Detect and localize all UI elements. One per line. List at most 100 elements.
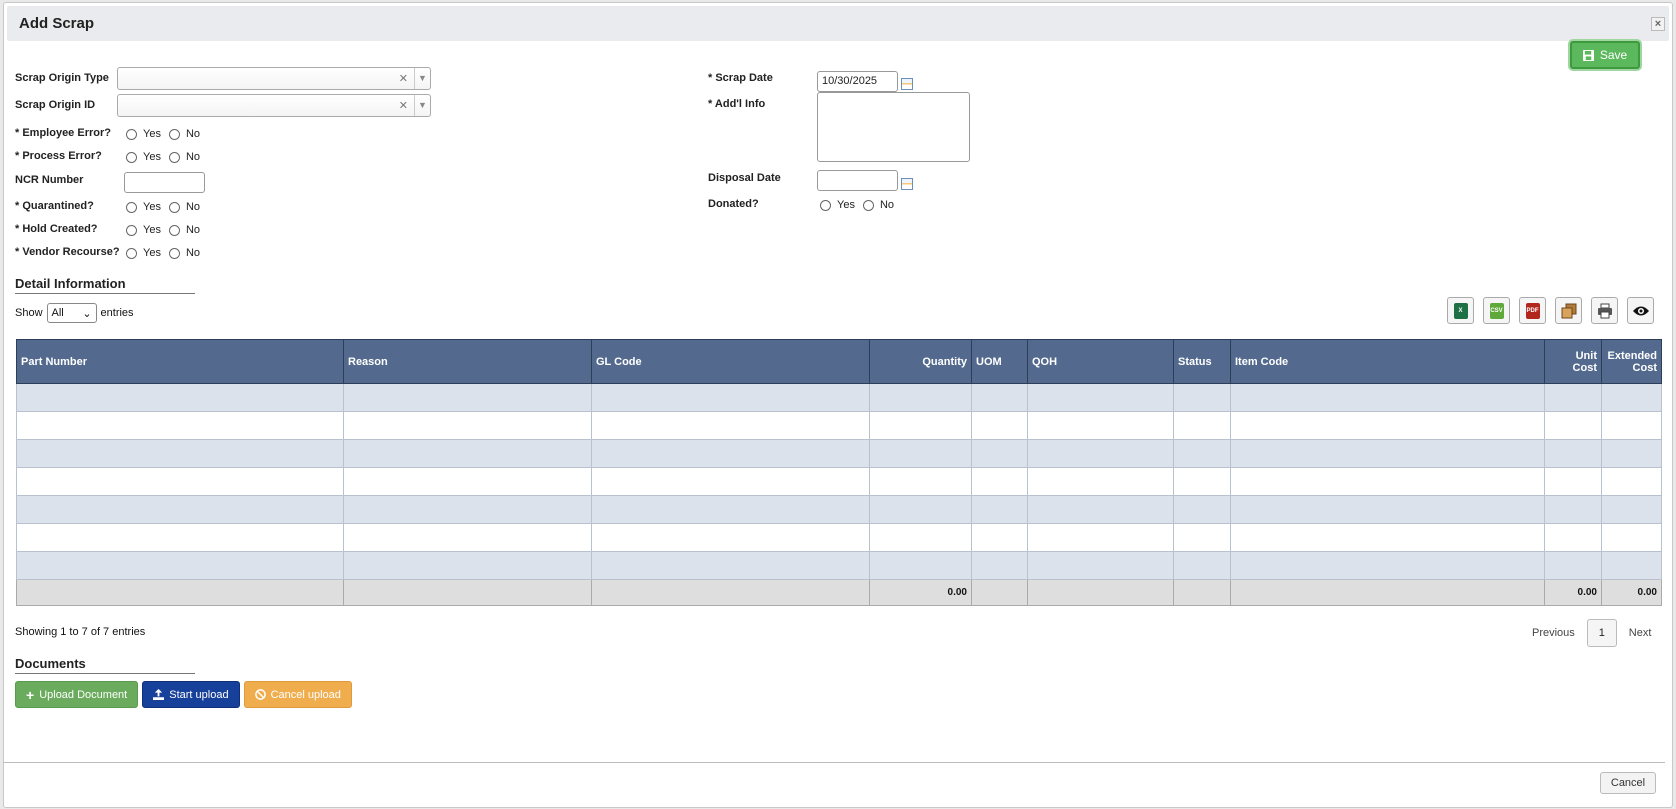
export-toolbar: X CSV PDF — [1447, 297, 1654, 324]
column-header[interactable]: QOH — [1027, 339, 1174, 384]
pagination: Previous 1 Next — [1520, 619, 1663, 647]
no-label: No — [185, 151, 201, 163]
yes-label: Yes — [143, 247, 161, 259]
cancel-upload-button[interactable]: Cancel upload — [243, 681, 352, 708]
csv-export-button[interactable]: CSV — [1483, 297, 1510, 324]
dialog-title: Add Scrap — [19, 15, 95, 32]
no-label: No — [185, 128, 201, 140]
employee-error-no-radio[interactable] — [168, 128, 180, 140]
upload-document-button[interactable]: + Upload Document — [15, 681, 139, 708]
process-error-yes-radio[interactable] — [126, 151, 137, 163]
ncr-number-label: NCR Number — [15, 174, 84, 186]
employee-error-yes-radio[interactable] — [126, 128, 137, 140]
show-entries-value: All — [51, 307, 64, 319]
cancel-button[interactable]: Cancel — [1600, 772, 1656, 794]
upload-toolbar: + Upload Document Start upload Cancel up… — [15, 681, 352, 708]
dialog-titlebar: Add Scrap × — [7, 6, 1669, 41]
scrap-origin-id-select[interactable]: ✕ ▼ — [117, 94, 431, 117]
documents-title: Documents — [15, 656, 195, 674]
chevron-down-icon[interactable]: ▼ — [414, 95, 430, 116]
table-info: Showing 1 to 7 of 7 entries — [15, 626, 146, 638]
process-error-no-radio[interactable] — [168, 151, 180, 163]
chevron-down-icon: ⌄ — [82, 307, 92, 320]
floppy-icon — [1582, 49, 1594, 61]
footer-divider — [3, 762, 1665, 763]
donated-no-radio[interactable] — [862, 199, 874, 211]
table-footer-row: 0.00 0.00 0.00 — [16, 579, 1662, 606]
scrap-origin-type-label: Scrap Origin Type — [15, 72, 109, 84]
show-entries-select[interactable]: All ⌄ — [46, 303, 97, 323]
ncr-number-input[interactable] — [124, 172, 205, 193]
unit-cost-total: 0.00 — [1544, 579, 1602, 606]
ban-icon — [254, 689, 266, 700]
pdf-export-button[interactable]: PDF — [1519, 297, 1546, 324]
hold-created-yes-radio[interactable] — [126, 224, 137, 236]
yes-label: Yes — [143, 128, 161, 140]
column-visibility-button[interactable] — [1627, 297, 1654, 324]
addl-info-label: * Add'l Info — [708, 98, 766, 110]
chevron-down-icon[interactable]: ▼ — [414, 68, 430, 89]
yes-label: Yes — [143, 224, 161, 236]
column-header[interactable]: Unit Cost — [1544, 339, 1602, 384]
show-label: Show — [15, 307, 43, 319]
column-header[interactable]: Item Code — [1230, 339, 1545, 384]
plus-icon: + — [26, 686, 35, 703]
column-header[interactable]: GL Code — [591, 339, 870, 384]
detail-table: Part Number Reason GL Code Quantity UOM … — [16, 339, 1662, 606]
column-header[interactable]: Part Number — [16, 339, 344, 384]
table-row[interactable] — [16, 495, 1662, 524]
quarantined-yes-radio[interactable] — [126, 201, 137, 213]
clear-icon[interactable]: ✕ — [399, 72, 408, 85]
next-page-button[interactable]: Next — [1617, 627, 1664, 639]
vendor-recourse-no-radio[interactable] — [168, 247, 180, 259]
scrap-date-input[interactable]: 10/30/2025 — [817, 71, 898, 92]
no-label: No — [185, 247, 201, 259]
quarantined-label: * Quarantined? — [15, 200, 94, 212]
table-row[interactable] — [16, 439, 1662, 468]
upload-icon — [153, 689, 165, 700]
disposal-date-input[interactable] — [817, 170, 898, 191]
quantity-total: 0.00 — [869, 579, 972, 606]
hold-created-no-radio[interactable] — [168, 224, 180, 236]
table-header-row: Part Number Reason GL Code Quantity UOM … — [16, 339, 1662, 384]
print-button[interactable] — [1591, 297, 1618, 324]
table-row[interactable] — [16, 523, 1662, 552]
copy-button[interactable] — [1555, 297, 1582, 324]
vendor-recourse-radio: Yes No — [126, 247, 208, 259]
quarantined-no-radio[interactable] — [168, 201, 180, 213]
column-header[interactable]: Extended Cost — [1601, 339, 1662, 384]
close-icon[interactable]: × — [1651, 17, 1665, 31]
calendar-icon[interactable] — [901, 178, 913, 190]
scrap-origin-type-select[interactable]: ✕ ▼ — [117, 67, 431, 90]
printer-icon — [1597, 303, 1612, 318]
column-header[interactable]: Reason — [343, 339, 592, 384]
addl-info-textarea[interactable] — [817, 92, 970, 162]
start-upload-button[interactable]: Start upload — [142, 681, 240, 708]
extended-cost-total: 0.00 — [1601, 579, 1662, 606]
donated-yes-radio[interactable] — [820, 199, 831, 211]
vendor-recourse-yes-radio[interactable] — [126, 247, 137, 259]
scrap-date-label: * Scrap Date — [708, 72, 773, 84]
column-header[interactable]: Status — [1173, 339, 1231, 384]
table-row[interactable] — [16, 551, 1662, 580]
vendor-recourse-label: * Vendor Recourse? — [15, 246, 120, 258]
page-1-button[interactable]: 1 — [1586, 619, 1617, 647]
no-label: No — [879, 199, 895, 211]
clear-icon[interactable]: ✕ — [399, 99, 408, 112]
csv-icon: CSV — [1489, 302, 1504, 319]
calendar-icon[interactable] — [901, 78, 913, 90]
scrap-origin-id-label: Scrap Origin ID — [15, 99, 96, 111]
table-row[interactable] — [16, 383, 1662, 412]
donated-radio: Yes No — [820, 199, 902, 211]
table-row[interactable] — [16, 411, 1662, 440]
entries-label: entries — [100, 307, 134, 319]
start-upload-label: Start upload — [169, 688, 229, 701]
excel-export-button[interactable]: X — [1447, 297, 1474, 324]
save-button[interactable]: Save — [1570, 41, 1640, 69]
employee-error-radio: Yes No — [126, 128, 208, 140]
column-header[interactable]: UOM — [971, 339, 1028, 384]
table-row[interactable] — [16, 467, 1662, 496]
column-header[interactable]: Quantity — [869, 339, 972, 384]
previous-page-button[interactable]: Previous — [1520, 627, 1587, 639]
yes-label: Yes — [143, 201, 161, 213]
